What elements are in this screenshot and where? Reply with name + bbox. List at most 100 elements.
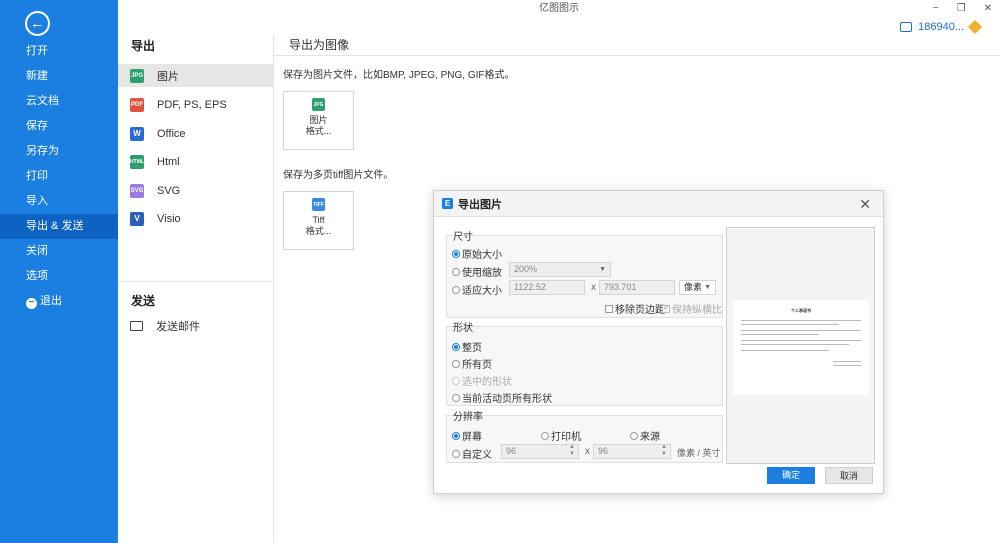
resolution-group: 分辨率 屏幕 打印机 来源 自定义 96 ▲ ▼ x 96 ▲ ▼ 像素 / 英寸 — [446, 412, 723, 463]
image-format-tile[interactable]: JPG 图片 格式... — [283, 91, 354, 150]
original-size-option[interactable]: 原始大小 — [452, 246, 502, 261]
tile-tiff-line2: 格式... — [305, 226, 332, 236]
image-export-description: 保存为图片文件，比如BMP, JPEG, PNG, GIF格式。 — [283, 70, 515, 81]
chevron-down-icon: ▼ — [704, 284, 711, 291]
close-window-button[interactable]: ✕ — [984, 0, 992, 18]
user-id[interactable]: 186940... — [918, 21, 964, 33]
all-pages-label: 所有页 — [462, 360, 492, 371]
send-email-label: 发送邮件 — [156, 320, 200, 333]
selected-shapes-label: 选中的形状 — [462, 377, 512, 388]
use-scale-option[interactable]: 使用缩放 — [452, 264, 502, 279]
radio-icon — [452, 431, 460, 440]
preview-text-line — [741, 340, 861, 341]
scale-select[interactable]: 200% ▼ — [509, 262, 611, 277]
tile-tiff-line1: Tiff — [312, 215, 325, 225]
jpg-file-icon: JPG — [130, 68, 144, 83]
word-file-icon: W — [130, 126, 144, 141]
export-pdf-item[interactable]: PDF PDF, PS, EPS — [118, 93, 273, 116]
checkbox-icon — [662, 303, 670, 313]
export-html-label: Html — [157, 155, 180, 168]
preview-page-title: 个人承诺书 — [791, 308, 811, 313]
export-visio-item[interactable]: V Visio — [118, 207, 273, 230]
screen-option[interactable]: 屏幕 — [452, 428, 482, 443]
menu-open[interactable]: 打开 — [0, 39, 118, 64]
current-page-shapes-label: 当前活动页所有形状 — [462, 394, 552, 405]
menu-save-as[interactable]: 另存为 — [0, 139, 118, 164]
menu-print[interactable]: 打印 — [0, 164, 118, 189]
radio-icon — [452, 393, 460, 402]
use-scale-label: 使用缩放 — [462, 268, 502, 279]
user-area: 186940... — [900, 18, 983, 36]
printer-label: 打印机 — [551, 432, 581, 443]
height-input[interactable]: 793.701 — [599, 280, 675, 295]
spinner-icon[interactable]: ▲ ▼ — [569, 444, 575, 458]
menu-close[interactable]: 关闭 — [0, 239, 118, 264]
back-arrow-icon[interactable]: ← — [25, 11, 50, 36]
tile-image-line1: 图片 — [309, 115, 328, 125]
export-office-item[interactable]: W Office — [118, 122, 273, 145]
export-pdf-label: PDF, PS, EPS — [157, 98, 227, 111]
menu-import[interactable]: 导入 — [0, 189, 118, 214]
send-section-title: 发送 — [131, 294, 156, 308]
export-image-dialog: E 导出图片 ✕ 尺寸 原始大小 使用缩放 200% ▼ 适应大小 1122.52… — [433, 190, 884, 494]
radio-icon — [452, 249, 460, 258]
dpi-y-input[interactable]: 96 ▲ ▼ — [593, 444, 671, 459]
dpi-x-input[interactable]: 96 ▲ ▼ — [501, 444, 579, 459]
export-svg-item[interactable]: SVG SVG — [118, 179, 273, 202]
menu-exit[interactable]: − 退出 — [0, 289, 118, 314]
keep-ratio-checkbox[interactable]: 保持纵横比 — [662, 301, 722, 316]
shape-group-label: 形状 — [453, 323, 473, 334]
export-section-title: 导出 — [131, 39, 156, 53]
radio-icon — [630, 431, 638, 440]
printer-option[interactable]: 打印机 — [541, 428, 581, 443]
file-menu: 打开 新建 云文档 保存 另存为 打印 导入 导出 & 发送 关闭 选项 − 退出 — [0, 39, 118, 314]
spinner-icon[interactable]: ▲ ▼ — [661, 444, 667, 458]
resolution-group-label: 分辨率 — [453, 412, 483, 423]
remove-margin-label: 移除页边距 — [615, 305, 665, 316]
fit-size-label: 适应大小 — [462, 286, 502, 297]
tiff-format-tile[interactable]: TIFF Tiff 格式... — [283, 191, 354, 250]
export-html-item[interactable]: HTML Html — [118, 150, 273, 173]
pdf-file-icon: PDF — [130, 97, 144, 112]
radio-icon — [452, 359, 460, 368]
menu-exit-label: 退出 — [40, 295, 62, 307]
dpi-y-value: 96 — [598, 446, 609, 456]
preview-page: 个人承诺书 — [733, 300, 869, 395]
custom-option[interactable]: 自定义 — [452, 446, 492, 461]
menu-cloud-docs[interactable]: 云文档 — [0, 89, 118, 114]
tiff-export-description: 保存为多页tiff图片文件。 — [283, 170, 394, 181]
menu-export-send[interactable]: 导出 & 发送 — [0, 214, 118, 239]
width-input[interactable]: 1122.52 — [509, 280, 585, 295]
selected-shapes-option[interactable]: 选中的形状 — [452, 373, 512, 388]
scale-value: 200% — [514, 264, 538, 274]
exit-icon: − — [26, 298, 37, 309]
dialog-header: E 导出图片 ✕ — [434, 191, 883, 217]
export-image-item[interactable]: JPG 图片 — [118, 64, 273, 87]
keep-ratio-label: 保持纵横比 — [672, 305, 722, 316]
unit-select[interactable]: 像素 ▼ — [679, 280, 716, 295]
preview-text-line — [741, 344, 849, 345]
source-option[interactable]: 来源 — [630, 428, 660, 443]
whole-page-label: 整页 — [462, 343, 482, 354]
restore-button[interactable]: ❐ — [957, 0, 966, 18]
whole-page-option[interactable]: 整页 — [452, 339, 482, 354]
fit-size-option[interactable]: 适应大小 — [452, 282, 502, 297]
radio-icon — [452, 376, 460, 385]
remove-margin-checkbox[interactable]: 移除页边距 — [605, 301, 665, 316]
html-file-icon: HTML — [130, 154, 144, 169]
size-times-sign: x — [591, 282, 596, 293]
ok-button[interactable]: 确定 — [767, 467, 815, 484]
all-pages-option[interactable]: 所有页 — [452, 356, 492, 371]
menu-new[interactable]: 新建 — [0, 64, 118, 89]
chat-icon[interactable] — [900, 22, 913, 32]
preview-text-line — [741, 350, 829, 351]
current-page-shapes-option[interactable]: 当前活动页所有形状 — [452, 390, 552, 405]
cancel-button[interactable]: 取消 — [825, 467, 873, 484]
menu-options[interactable]: 选项 — [0, 264, 118, 289]
minimize-button[interactable]: − — [933, 0, 939, 18]
menu-save[interactable]: 保存 — [0, 114, 118, 139]
close-icon[interactable]: ✕ — [859, 196, 871, 213]
send-email-item[interactable]: 发送邮件 — [118, 314, 273, 337]
vip-diamond-icon[interactable] — [967, 19, 983, 35]
content-divider — [274, 55, 1000, 56]
